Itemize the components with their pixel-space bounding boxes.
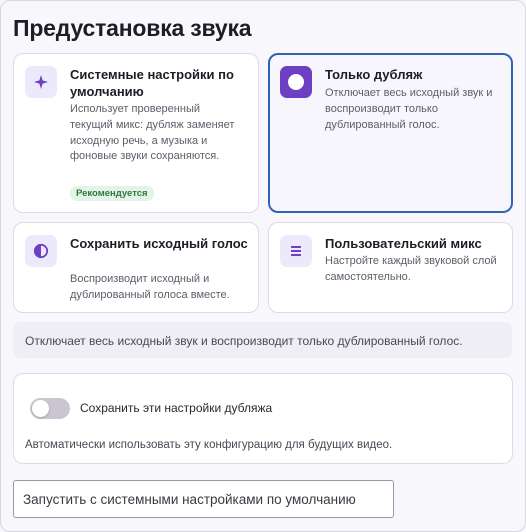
option-description: Отключает весь исходный звук и воспроизв…	[325, 87, 493, 131]
option-keep-original-voice[interactable]: Сохранить исходный голос Воспроизводит и…	[13, 222, 259, 313]
preset-summary: Отключает весь исходный звук и воспроизв…	[13, 322, 512, 358]
option-title: Системные настройки по умолчанию	[70, 67, 234, 99]
record-circle-icon	[280, 66, 312, 98]
save-settings-label: Сохранить эти настройки дубляжа	[80, 401, 273, 415]
option-system-default[interactable]: Системные настройки по умолчанию Использ…	[13, 53, 259, 213]
option-dub-only[interactable]: Только дубляж Отключает весь исходный зв…	[268, 53, 513, 213]
panel-title: Предустановка звука	[13, 15, 252, 41]
save-settings-toggle[interactable]	[30, 398, 70, 419]
sparkle-icon	[25, 66, 57, 98]
option-description: Использует проверенный текущий микс: дуб…	[70, 103, 235, 163]
toggle-knob	[32, 400, 49, 417]
option-description: Воспроизводит исходный и дублированный г…	[70, 273, 230, 301]
recommended-badge: Рекомендуется	[70, 186, 154, 201]
save-settings-card: Сохранить эти настройки дубляжа Автомати…	[13, 373, 513, 464]
save-settings-description: Автоматически использовать эту конфигура…	[25, 439, 393, 451]
equalizer-icon	[280, 235, 312, 267]
half-circle-icon	[25, 235, 57, 267]
launch-default-button[interactable]: Запустить с системными настройками по ум…	[13, 480, 394, 518]
option-description: Настройте каждый звуковой слой самостоят…	[325, 255, 497, 283]
option-custom-mix[interactable]: Пользовательский микс Настройте каждый з…	[268, 222, 513, 313]
option-title: Сохранить исходный голос	[70, 236, 248, 251]
option-title: Пользовательский микс	[325, 236, 482, 251]
option-title: Только дубляж	[325, 67, 423, 82]
